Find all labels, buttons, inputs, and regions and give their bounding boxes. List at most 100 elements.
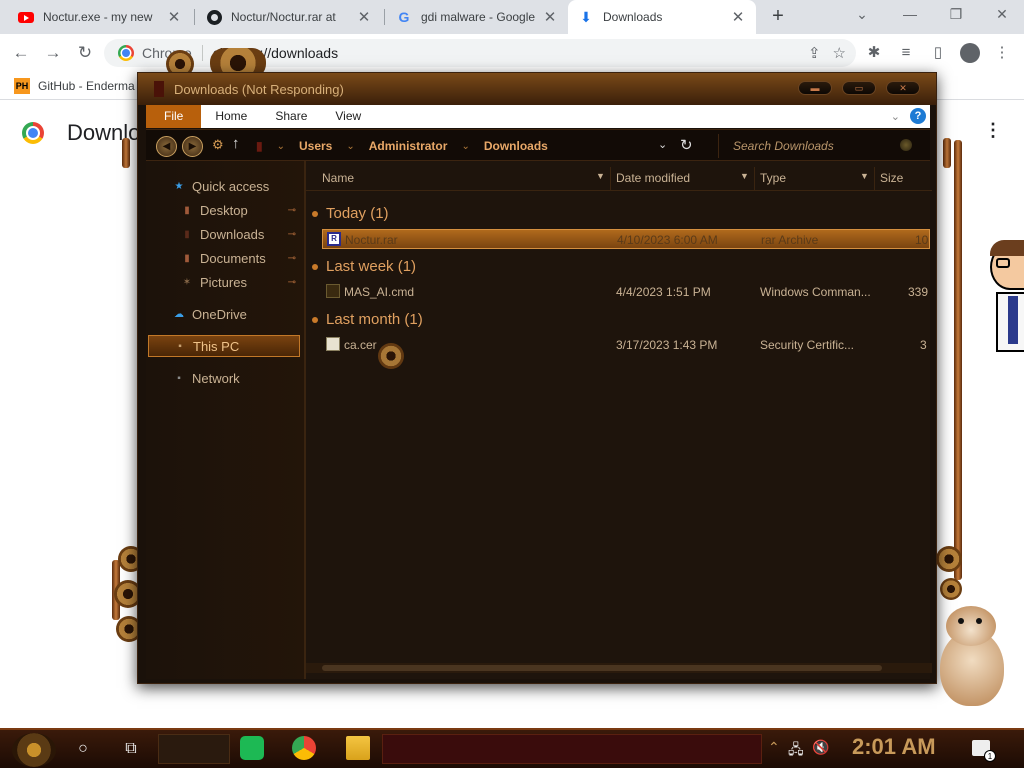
horizontal-scrollbar[interactable]	[306, 663, 932, 673]
notes-app-icon[interactable]	[240, 736, 264, 760]
group-header[interactable]: Last month (1)	[312, 311, 423, 328]
share-icon[interactable]: ⇪	[808, 44, 821, 62]
busy-gear-cursor-icon	[378, 343, 404, 369]
group-label: Last month (1)	[326, 311, 423, 328]
explorer-titlebar[interactable]: Downloads (Not Responding) ▬ ▭ ✕	[138, 73, 936, 105]
expand-ribbon-chevron-icon[interactable]: ⌄	[891, 110, 900, 123]
nav-quick-access[interactable]: ★ Quick access	[146, 175, 304, 197]
minimize-button[interactable]: ▬	[798, 81, 832, 95]
tab-view[interactable]: View	[321, 105, 375, 128]
side-panel-icon[interactable]: ▯	[926, 40, 950, 66]
help-icon[interactable]: ?	[910, 108, 926, 124]
file-date: 4/10/2023 6:00 AM	[617, 233, 718, 247]
column-name[interactable]: Name	[322, 171, 354, 185]
group-label: Today (1)	[326, 205, 389, 222]
address-bar: ◀ ▶ ⚙ ↑ ▮ ⌄ Users ⌄ Administrator ⌄ Down…	[146, 129, 930, 161]
minimize-button[interactable]: —	[890, 0, 930, 30]
close-window-button[interactable]: ✕	[982, 0, 1022, 30]
nav-label: Downloads	[200, 226, 265, 242]
network-icon[interactable]: 🖧	[788, 739, 804, 763]
file-name: Noctur.rar	[345, 233, 398, 247]
profile-avatar[interactable]	[958, 40, 982, 66]
nav-downloads[interactable]: ▮ Downloads ⊸	[146, 223, 304, 245]
gear-icon	[940, 578, 962, 600]
file-explorer-app-icon[interactable]	[346, 736, 370, 760]
bookmark-star-icon[interactable]: ☆	[833, 44, 846, 62]
nav-documents[interactable]: ▮ Documents ⊸	[146, 247, 304, 269]
search-input[interactable]: Search Downloads	[718, 134, 922, 158]
forward-button[interactable]: ▶	[182, 136, 203, 157]
tab-google[interactable]: G gdi malware - Google ✕	[386, 0, 568, 34]
extensions-puzzle-icon[interactable]: ✱	[862, 40, 886, 66]
nav-onedrive[interactable]: ☁ OneDrive	[146, 303, 304, 325]
column-header-row: Name ▼ Date modified ▼ Type ▼ Size	[306, 167, 932, 191]
decorative-pipe	[954, 140, 962, 580]
media-control-icon[interactable]: ≡	[894, 40, 918, 66]
close-window-button[interactable]: ✕	[886, 81, 920, 95]
chevron-down-icon[interactable]: ▼	[860, 171, 869, 181]
recent-locations-icon[interactable]: ⚙	[212, 137, 224, 153]
breadcrumb-users[interactable]: Users	[299, 139, 332, 153]
refresh-icon[interactable]: ↻	[680, 136, 693, 154]
nav-network[interactable]: ▪ Network	[146, 367, 304, 389]
close-icon[interactable]: ✕	[542, 8, 558, 26]
file-row[interactable]: ca.cer 3/17/2023 1:43 PM Security Certif…	[322, 335, 930, 355]
nav-pictures[interactable]: ✶ Pictures ⊸	[146, 271, 304, 293]
tab-downloads[interactable]: ⬇ Downloads ✕	[568, 0, 756, 34]
task-view-icon[interactable]: ⧉	[120, 738, 142, 760]
back-arrow-icon[interactable]: ←	[8, 40, 34, 66]
search-circle-icon[interactable]: ○	[72, 738, 94, 760]
reload-icon[interactable]: ↻	[72, 40, 98, 66]
taskbar-band	[158, 734, 230, 764]
chrome-app-icon[interactable]	[292, 736, 316, 760]
nav-desktop[interactable]: ▮ Desktop ⊸	[146, 199, 304, 221]
new-tab-button[interactable]: +	[766, 5, 790, 29]
column-date-modified[interactable]: Date modified	[616, 171, 690, 185]
tab-share[interactable]: Share	[261, 105, 321, 128]
file-name: ca.cer	[344, 338, 377, 352]
restore-button[interactable]: ❐	[936, 0, 976, 30]
clock[interactable]: 2:01 AM	[852, 734, 936, 760]
breadcrumb-administrator[interactable]: Administrator	[369, 139, 448, 153]
tab-github[interactable]: Noctur/Noctur.rar at ✕	[196, 0, 382, 34]
pin-icon: ⊸	[287, 204, 296, 216]
breadcrumb-downloads[interactable]: Downloads	[484, 139, 548, 153]
tab-home[interactable]: Home	[201, 105, 261, 128]
chevron-down-icon[interactable]: ▼	[740, 171, 749, 181]
group-header[interactable]: Today (1)	[312, 205, 389, 222]
up-arrow-icon[interactable]: ↑	[232, 135, 240, 152]
nav-label: Pictures	[200, 274, 247, 290]
tab-youtube[interactable]: Noctur.exe - my new ✕	[8, 0, 192, 34]
close-icon[interactable]: ✕	[730, 8, 746, 26]
chevron-down-icon[interactable]: ▼	[596, 171, 605, 181]
tab-search-chevron-icon[interactable]: ⌄	[842, 0, 882, 30]
bookmark-item[interactable]: PH GitHub - Enderma	[14, 78, 135, 94]
browser-menu-icon[interactable]: ⋮	[990, 40, 1014, 66]
column-size[interactable]: Size	[880, 171, 903, 185]
address-history-chevron-icon[interactable]: ⌄	[658, 138, 667, 151]
forward-arrow-icon[interactable]: →	[40, 40, 66, 66]
start-button[interactable]	[12, 733, 56, 767]
maximize-button[interactable]: ▭	[842, 81, 876, 95]
close-icon[interactable]: ✕	[166, 8, 182, 26]
group-header[interactable]: Last week (1)	[312, 258, 416, 275]
file-size: 10	[915, 233, 929, 247]
close-icon[interactable]: ✕	[356, 8, 372, 26]
file-row[interactable]: R Noctur.rar 4/10/2023 6:00 AM rar Archi…	[322, 229, 930, 249]
tab-file[interactable]: File	[146, 105, 202, 128]
bookmark-label: GitHub - Enderma	[38, 79, 135, 93]
more-options-icon[interactable]: ⋮	[984, 120, 1002, 141]
decorative-pipe	[943, 138, 951, 168]
volume-muted-icon[interactable]: 🔇	[812, 739, 829, 756]
desktop-icon: ▮	[184, 204, 190, 216]
cloud-icon: ☁	[174, 308, 184, 320]
nav-label: Network	[192, 370, 240, 386]
show-hidden-icons-icon[interactable]: ⌃	[768, 739, 780, 756]
browser-tab-strip: Noctur.exe - my new ✕ Noctur/Noctur.rar …	[0, 0, 1024, 34]
nav-this-pc[interactable]: ▪ This PC	[148, 335, 300, 357]
navigation-pane: ★ Quick access ▮ Desktop ⊸ ▮ Downloads ⊸…	[146, 161, 304, 679]
folder-icon	[154, 81, 164, 97]
back-button[interactable]: ◀	[156, 136, 177, 157]
file-row[interactable]: MAS_AI.cmd 4/4/2023 1:51 PM Windows Comm…	[322, 282, 930, 302]
column-type[interactable]: Type	[760, 171, 786, 185]
